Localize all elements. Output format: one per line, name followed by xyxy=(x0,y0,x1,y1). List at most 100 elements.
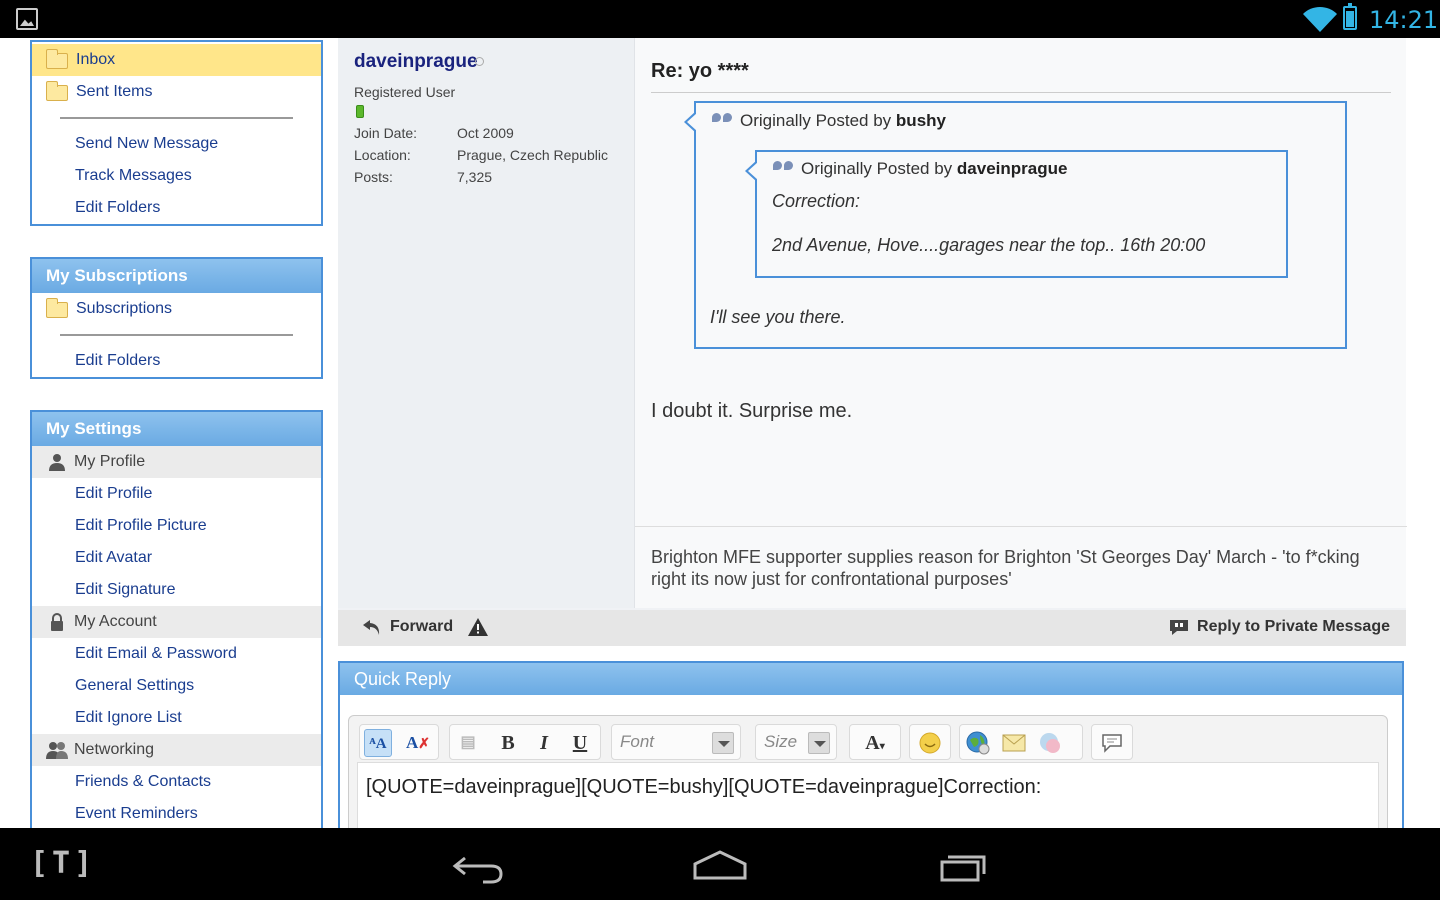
smiley-icon[interactable] xyxy=(916,729,944,757)
user-icon xyxy=(49,454,65,471)
toolbar-group: ᴬA A✗ xyxy=(359,724,439,760)
signature: Brighton MFE supporter supplies reason f… xyxy=(651,547,1360,589)
quote-text: 2nd Avenue, Hove....garages near the top… xyxy=(772,235,1206,255)
inner-quote: Originally Posted by daveinprague Correc… xyxy=(745,150,1288,278)
sidebar: Inbox Sent Items Send New Message Track … xyxy=(0,38,338,828)
quote-icon xyxy=(773,161,795,175)
section-networking: Networking xyxy=(32,734,321,766)
sidebar-item-event-reminders[interactable]: Event Reminders xyxy=(32,798,321,828)
sidebar-item-edit-avatar[interactable]: Edit Avatar xyxy=(32,542,321,574)
italic-icon[interactable]: I xyxy=(530,729,558,757)
post-count: Posts: 7,325 xyxy=(354,169,493,185)
quote-author: daveinprague xyxy=(956,159,1068,178)
battery-icon xyxy=(1343,3,1357,30)
forward-button[interactable]: Forward xyxy=(362,618,453,636)
divider xyxy=(651,92,1391,93)
join-date: Join Date: Oct 2009 xyxy=(354,125,514,141)
users-icon xyxy=(46,742,68,759)
divider xyxy=(32,325,321,345)
page-content: Inbox Sent Items Send New Message Track … xyxy=(0,38,1440,828)
offline-status-icon xyxy=(475,57,484,66)
quote-arrow-icon xyxy=(745,160,758,182)
forward-arrow-icon xyxy=(363,620,380,635)
sidebar-item-label: Inbox xyxy=(76,51,116,68)
message-body: I doubt it. Surprise me. xyxy=(651,400,853,422)
quick-reply-title: Quick Reply xyxy=(340,663,1402,695)
remove-formatting-icon[interactable]: A✗ xyxy=(404,729,432,757)
email-link-icon[interactable] xyxy=(1000,729,1028,757)
quote-author: bushy xyxy=(895,111,946,130)
home-icon[interactable] xyxy=(685,846,755,886)
messages-box: Inbox Sent Items Send New Message Track … xyxy=(30,40,323,226)
quote-bubble-icon[interactable] xyxy=(1098,729,1126,757)
section-my-account: My Account xyxy=(32,606,321,638)
reply-to-private-message-button[interactable]: Reply to Private Message xyxy=(1169,618,1390,636)
sidebar-item-sent-items[interactable]: Sent Items xyxy=(32,76,321,108)
sidebar-item-edit-email-password[interactable]: Edit Email & Password xyxy=(32,638,321,670)
back-icon[interactable] xyxy=(443,846,513,886)
folder-icon xyxy=(46,298,68,318)
lock-icon xyxy=(51,613,63,631)
folder-icon xyxy=(46,81,68,101)
quote-icon xyxy=(712,113,734,127)
sidebar-item-edit-signature[interactable]: Edit Signature xyxy=(32,574,321,606)
sidebar-item-subscriptions[interactable]: Subscriptions xyxy=(32,293,321,325)
paste-icon[interactable]: ▤ xyxy=(454,729,482,757)
settings-box: My Settings My Profile Edit Profile Edit… xyxy=(30,410,323,828)
size-select[interactable]: Size xyxy=(755,724,837,760)
toolbar-group xyxy=(909,724,951,760)
sidebar-item-edit-folders[interactable]: Edit Folders xyxy=(32,345,321,377)
sidebar-item-edit-profile-picture[interactable]: Edit Profile Picture xyxy=(32,510,321,542)
quote-arrow-icon xyxy=(684,111,697,133)
wifi-icon xyxy=(1303,6,1337,32)
sidebar-item-edit-ignore-list[interactable]: Edit Ignore List xyxy=(32,702,321,734)
location: Location: Prague, Czech Republic xyxy=(354,147,608,163)
sidebar-item-general-settings[interactable]: General Settings xyxy=(32,670,321,702)
private-message-post: daveinprague Registered User Join Date: … xyxy=(338,38,1407,646)
font-select[interactable]: Font xyxy=(611,724,741,760)
reply-textarea[interactable]: [QUOTE=daveinprague][QUOTE=bushy][QUOTE=… xyxy=(357,762,1379,828)
app-logo-icon[interactable]: [T] xyxy=(30,846,96,881)
reputation-icon xyxy=(356,105,364,118)
folder-icon xyxy=(46,49,68,69)
quick-reply-panel: Quick Reply ᴬA A✗ ▤ B I U Font Size A▾ [… xyxy=(338,661,1404,828)
insert-image-icon[interactable] xyxy=(1036,729,1064,757)
recent-apps-icon[interactable] xyxy=(928,846,998,886)
sidebar-item-friends-contacts[interactable]: Friends & Contacts xyxy=(32,766,321,798)
chevron-down-icon xyxy=(712,732,734,754)
username-link[interactable]: daveinprague xyxy=(354,51,478,73)
sidebar-item-inbox[interactable]: Inbox xyxy=(32,44,321,76)
underline-icon[interactable]: U xyxy=(566,729,594,757)
reply-bubble-icon xyxy=(1170,620,1189,635)
user-title: Registered User xyxy=(354,84,456,100)
sidebar-item-send-new-message[interactable]: Send New Message xyxy=(32,128,321,160)
wysiwyg-mode-icon[interactable]: ᴬA xyxy=(364,729,392,757)
insert-link-icon[interactable] xyxy=(964,729,992,757)
clock: 14:21 xyxy=(1369,6,1439,34)
toolbar-group xyxy=(1091,724,1133,760)
outer-quote: Originally Posted by bushy Originally Po… xyxy=(684,101,1347,349)
divider xyxy=(32,108,321,128)
bold-icon[interactable]: B xyxy=(494,729,522,757)
quote-header: Originally Posted by daveinprague xyxy=(773,159,1067,179)
toolbar-group: A▾ xyxy=(849,724,901,760)
system-navigation-bar: [T] xyxy=(0,828,1440,900)
toolbar-group: ▤ B I U xyxy=(449,724,601,760)
sidebar-item-edit-folders[interactable]: Edit Folders xyxy=(32,192,321,224)
gallery-notification-icon xyxy=(16,8,38,30)
box-title: My Subscriptions xyxy=(32,259,321,293)
divider xyxy=(635,526,1407,527)
sidebar-item-label: Subscriptions xyxy=(76,300,173,317)
sidebar-item-track-messages[interactable]: Track Messages xyxy=(32,160,321,192)
user-info-panel: daveinprague Registered User Join Date: … xyxy=(338,38,634,608)
message-content: Re: yo **** Originally Posted by bushy O… xyxy=(634,38,1407,608)
message-title: Re: yo **** xyxy=(651,60,749,82)
post-action-bar: Forward Reply to Private Message xyxy=(338,610,1406,646)
report-warning-icon[interactable] xyxy=(468,618,488,636)
reply-editor: ᴬA A✗ ▤ B I U Font Size A▾ [QUOTE=davein… xyxy=(348,715,1388,828)
status-bar: 14:21 xyxy=(0,0,1440,38)
text-color-icon[interactable]: A▾ xyxy=(854,729,896,757)
sidebar-item-edit-profile[interactable]: Edit Profile xyxy=(32,478,321,510)
box-title: My Settings xyxy=(32,412,321,446)
subscriptions-box: My Subscriptions Subscriptions Edit Fold… xyxy=(30,257,323,379)
